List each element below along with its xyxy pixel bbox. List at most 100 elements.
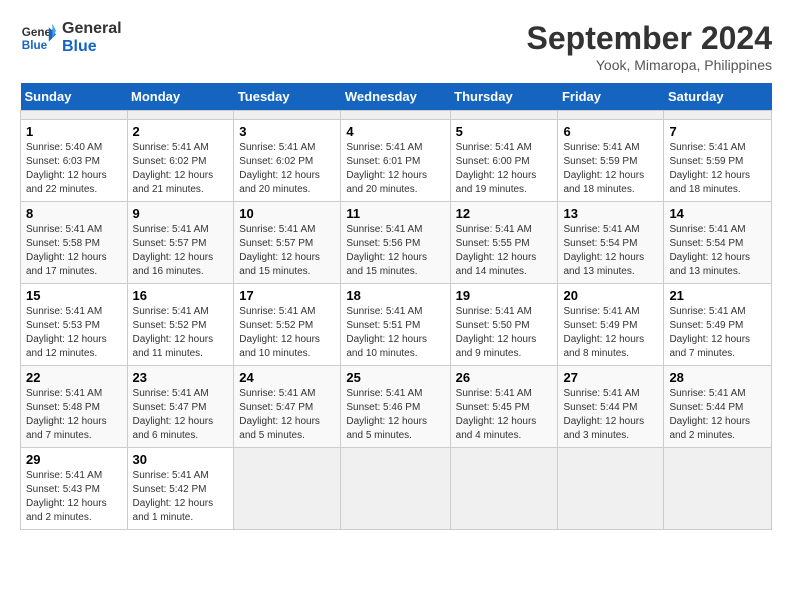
day-info: Sunrise: 5:41 AM Sunset: 5:44 PM Dayligh… — [669, 387, 766, 443]
day-cell: 27Sunrise: 5:41 AM Sunset: 5:44 PM Dayli… — [558, 366, 664, 448]
day-number: 23 — [133, 370, 229, 385]
day-cell — [341, 448, 450, 530]
day-cell: 17 Sunrise: 5:41 AM Sunset: 5:52 PM Dayli… — [234, 284, 341, 366]
logo-icon: General Blue — [20, 20, 56, 56]
week-row-1: 1Sunrise: 5:40 AM Sunset: 6:03 PM Daylig… — [21, 120, 772, 202]
day-info: Sunrise: 5:41 AM Sunset: 5:47 PM Dayligh… — [133, 387, 229, 443]
logo-line2: Blue — [62, 38, 122, 56]
month-title: September 2024 — [527, 20, 772, 57]
day-cell: 7 Sunrise: 5:41 AM Sunset: 5:59 PM Daylig… — [664, 120, 772, 202]
day-info: Sunrise: 5:41 AM Sunset: 5:53 PM Dayligh… — [26, 305, 122, 361]
day-number: 11 — [346, 206, 444, 221]
week-row-2: 8 Sunrise: 5:41 AM Sunset: 5:58 PM Daylig… — [21, 202, 772, 284]
day-cell: 25 Sunrise: 5:41 AM Sunset: 5:46 PM Dayli… — [341, 366, 450, 448]
day-number: 21 — [669, 288, 766, 303]
day-number: 13 — [563, 206, 658, 221]
day-cell: 11 Sunrise: 5:41 AM Sunset: 5:56 PM Dayli… — [341, 202, 450, 284]
week-row-3: 15 Sunrise: 5:41 AM Sunset: 5:53 PM Dayli… — [21, 284, 772, 366]
day-cell: 30 Sunrise: 5:41 AM Sunset: 5:42 PM Dayli… — [127, 448, 234, 530]
day-info: Sunrise: 5:41 AM Sunset: 5:59 PM Dayligh… — [669, 141, 766, 197]
day-cell: 2 Sunrise: 5:41 AM Sunset: 6:02 PM Daylig… — [127, 120, 234, 202]
day-number: 16 — [133, 288, 229, 303]
header-wednesday: Wednesday — [341, 83, 450, 111]
day-cell — [450, 448, 558, 530]
day-number: 17 — [239, 288, 335, 303]
day-cell — [450, 111, 558, 120]
day-cell — [127, 111, 234, 120]
day-cell: 28 Sunrise: 5:41 AM Sunset: 5:44 PM Dayli… — [664, 366, 772, 448]
logo: General Blue General Blue — [20, 20, 122, 56]
day-number: 4 — [346, 124, 444, 139]
day-info: Sunrise: 5:41 AM Sunset: 5:54 PM Dayligh… — [669, 223, 766, 279]
day-cell: 16 Sunrise: 5:41 AM Sunset: 5:52 PM Dayli… — [127, 284, 234, 366]
day-number: 12 — [456, 206, 553, 221]
day-info: Sunrise: 5:41 AM Sunset: 5:51 PM Dayligh… — [346, 305, 444, 361]
day-cell: 24Sunrise: 5:41 AM Sunset: 5:47 PM Dayli… — [234, 366, 341, 448]
day-number: 7 — [669, 124, 766, 139]
day-cell — [21, 111, 128, 120]
day-info: Sunrise: 5:41 AM Sunset: 6:01 PM Dayligh… — [346, 141, 444, 197]
location: Yook, Mimaropa, Philippines — [527, 57, 772, 73]
day-number: 8 — [26, 206, 122, 221]
day-cell: 19Sunrise: 5:41 AM Sunset: 5:50 PM Dayli… — [450, 284, 558, 366]
day-cell — [234, 111, 341, 120]
day-cell — [664, 448, 772, 530]
day-info: Sunrise: 5:41 AM Sunset: 5:47 PM Dayligh… — [239, 387, 335, 443]
header-sunday: Sunday — [21, 83, 128, 111]
title-block: September 2024 Yook, Mimaropa, Philippin… — [527, 20, 772, 73]
day-info: Sunrise: 5:41 AM Sunset: 5:46 PM Dayligh… — [346, 387, 444, 443]
day-cell: 13 Sunrise: 5:41 AM Sunset: 5:54 PM Dayli… — [558, 202, 664, 284]
day-info: Sunrise: 5:41 AM Sunset: 6:00 PM Dayligh… — [456, 141, 553, 197]
day-cell: 15 Sunrise: 5:41 AM Sunset: 5:53 PM Dayli… — [21, 284, 128, 366]
day-number: 22 — [26, 370, 122, 385]
day-info: Sunrise: 5:41 AM Sunset: 6:02 PM Dayligh… — [133, 141, 229, 197]
day-number: 25 — [346, 370, 444, 385]
day-info: Sunrise: 5:41 AM Sunset: 5:58 PM Dayligh… — [26, 223, 122, 279]
day-number: 14 — [669, 206, 766, 221]
header-row: SundayMondayTuesdayWednesdayThursdayFrid… — [21, 83, 772, 111]
day-cell: 10 Sunrise: 5:41 AM Sunset: 5:57 PM Dayli… — [234, 202, 341, 284]
day-cell — [341, 111, 450, 120]
day-number: 28 — [669, 370, 766, 385]
day-number: 10 — [239, 206, 335, 221]
day-cell: 1Sunrise: 5:40 AM Sunset: 6:03 PM Daylig… — [21, 120, 128, 202]
day-number: 18 — [346, 288, 444, 303]
day-cell: 12 Sunrise: 5:41 AM Sunset: 5:55 PM Dayli… — [450, 202, 558, 284]
day-cell: 29Sunrise: 5:41 AM Sunset: 5:43 PM Dayli… — [21, 448, 128, 530]
day-cell — [558, 448, 664, 530]
day-number: 15 — [26, 288, 122, 303]
header-saturday: Saturday — [664, 83, 772, 111]
day-number: 30 — [133, 452, 229, 467]
header-thursday: Thursday — [450, 83, 558, 111]
day-number: 2 — [133, 124, 229, 139]
day-info: Sunrise: 5:41 AM Sunset: 5:54 PM Dayligh… — [563, 223, 658, 279]
week-row-5: 29Sunrise: 5:41 AM Sunset: 5:43 PM Dayli… — [21, 448, 772, 530]
day-info: Sunrise: 5:41 AM Sunset: 5:55 PM Dayligh… — [456, 223, 553, 279]
day-info: Sunrise: 5:41 AM Sunset: 5:56 PM Dayligh… — [346, 223, 444, 279]
day-info: Sunrise: 5:41 AM Sunset: 6:02 PM Dayligh… — [239, 141, 335, 197]
day-cell: 4 Sunrise: 5:41 AM Sunset: 6:01 PM Daylig… — [341, 120, 450, 202]
day-cell: 26Sunrise: 5:41 AM Sunset: 5:45 PM Dayli… — [450, 366, 558, 448]
day-cell — [558, 111, 664, 120]
day-number: 6 — [563, 124, 658, 139]
calendar-table: SundayMondayTuesdayWednesdayThursdayFrid… — [20, 83, 772, 530]
day-cell: 20Sunrise: 5:41 AM Sunset: 5:49 PM Dayli… — [558, 284, 664, 366]
day-info: Sunrise: 5:41 AM Sunset: 5:59 PM Dayligh… — [563, 141, 658, 197]
day-cell — [234, 448, 341, 530]
day-cell: 18 Sunrise: 5:41 AM Sunset: 5:51 PM Dayli… — [341, 284, 450, 366]
day-info: Sunrise: 5:41 AM Sunset: 5:57 PM Dayligh… — [239, 223, 335, 279]
day-cell: 6 Sunrise: 5:41 AM Sunset: 5:59 PM Daylig… — [558, 120, 664, 202]
day-number: 19 — [456, 288, 553, 303]
day-info: Sunrise: 5:41 AM Sunset: 5:52 PM Dayligh… — [239, 305, 335, 361]
day-number: 27 — [563, 370, 658, 385]
day-number: 5 — [456, 124, 553, 139]
day-cell: 8 Sunrise: 5:41 AM Sunset: 5:58 PM Daylig… — [21, 202, 128, 284]
day-cell: 23 Sunrise: 5:41 AM Sunset: 5:47 PM Dayli… — [127, 366, 234, 448]
day-number: 29 — [26, 452, 122, 467]
day-info: Sunrise: 5:41 AM Sunset: 5:42 PM Dayligh… — [133, 469, 229, 525]
day-number: 26 — [456, 370, 553, 385]
day-info: Sunrise: 5:41 AM Sunset: 5:52 PM Dayligh… — [133, 305, 229, 361]
day-number: 20 — [563, 288, 658, 303]
week-row-0 — [21, 111, 772, 120]
page-header: General Blue General Blue September 2024… — [20, 20, 772, 73]
